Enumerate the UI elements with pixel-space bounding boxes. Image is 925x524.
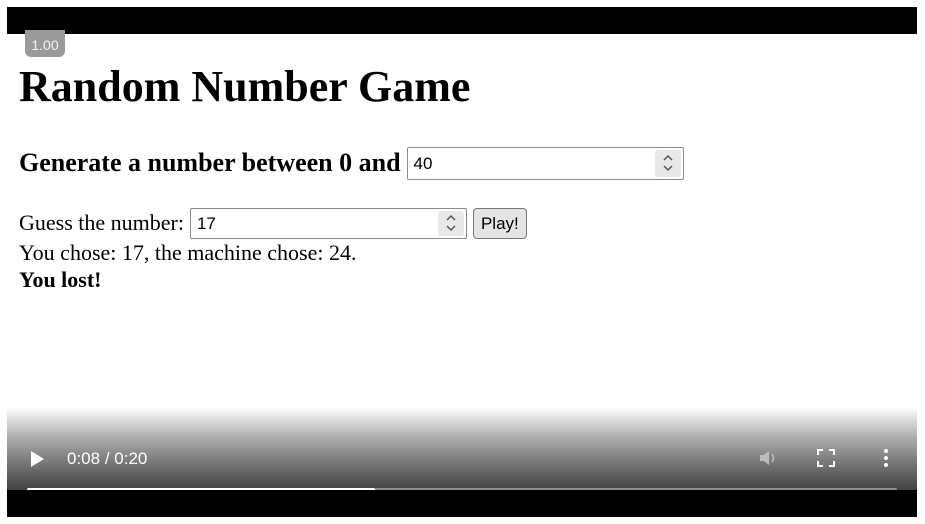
chevron-up-down-icon [663, 154, 673, 172]
max-number-value: 40 [413, 153, 433, 173]
video-frame: Random Number Game Generate a number bet… [0, 0, 925, 524]
play-icon[interactable] [31, 451, 44, 467]
guess-value: 17 [196, 213, 216, 233]
letterbox-top [7, 7, 917, 34]
outcome-text: You lost! [19, 267, 102, 292]
generate-row: Generate a number between 0 and 40 [19, 146, 684, 180]
fullscreen-icon[interactable] [817, 449, 835, 467]
letterbox-bottom [7, 490, 917, 517]
page-title: Random Number Game [19, 62, 471, 111]
play-button[interactable]: Play! [472, 207, 527, 239]
chevron-up-down-icon [446, 214, 456, 232]
volume-muted-icon[interactable] [757, 447, 779, 469]
max-number-input[interactable]: 40 [406, 146, 684, 180]
generate-label: Generate a number between 0 and [19, 148, 401, 177]
video-player[interactable]: Random Number Game Generate a number bet… [7, 7, 917, 517]
guess-label: Guess the number: [19, 210, 184, 235]
spinner-arrows-icon[interactable] [654, 149, 681, 177]
time-total: 0:20 [114, 449, 148, 468]
playback-speed-badge: 1.00 [25, 30, 65, 57]
guess-input[interactable]: 17 [189, 207, 467, 239]
more-options-icon[interactable] [880, 447, 892, 469]
video-controls: 0:08 / 0:20 [7, 407, 917, 490]
spinner-arrows-icon[interactable] [437, 210, 464, 236]
time-current: 0:08 [67, 449, 101, 468]
guess-row: Guess the number: 17 Play! [19, 207, 527, 239]
time-separator: / [100, 449, 115, 468]
result-text: You chose: 17, the machine chose: 24. [19, 240, 357, 265]
time-display: 0:08 / 0:20 [67, 448, 147, 470]
